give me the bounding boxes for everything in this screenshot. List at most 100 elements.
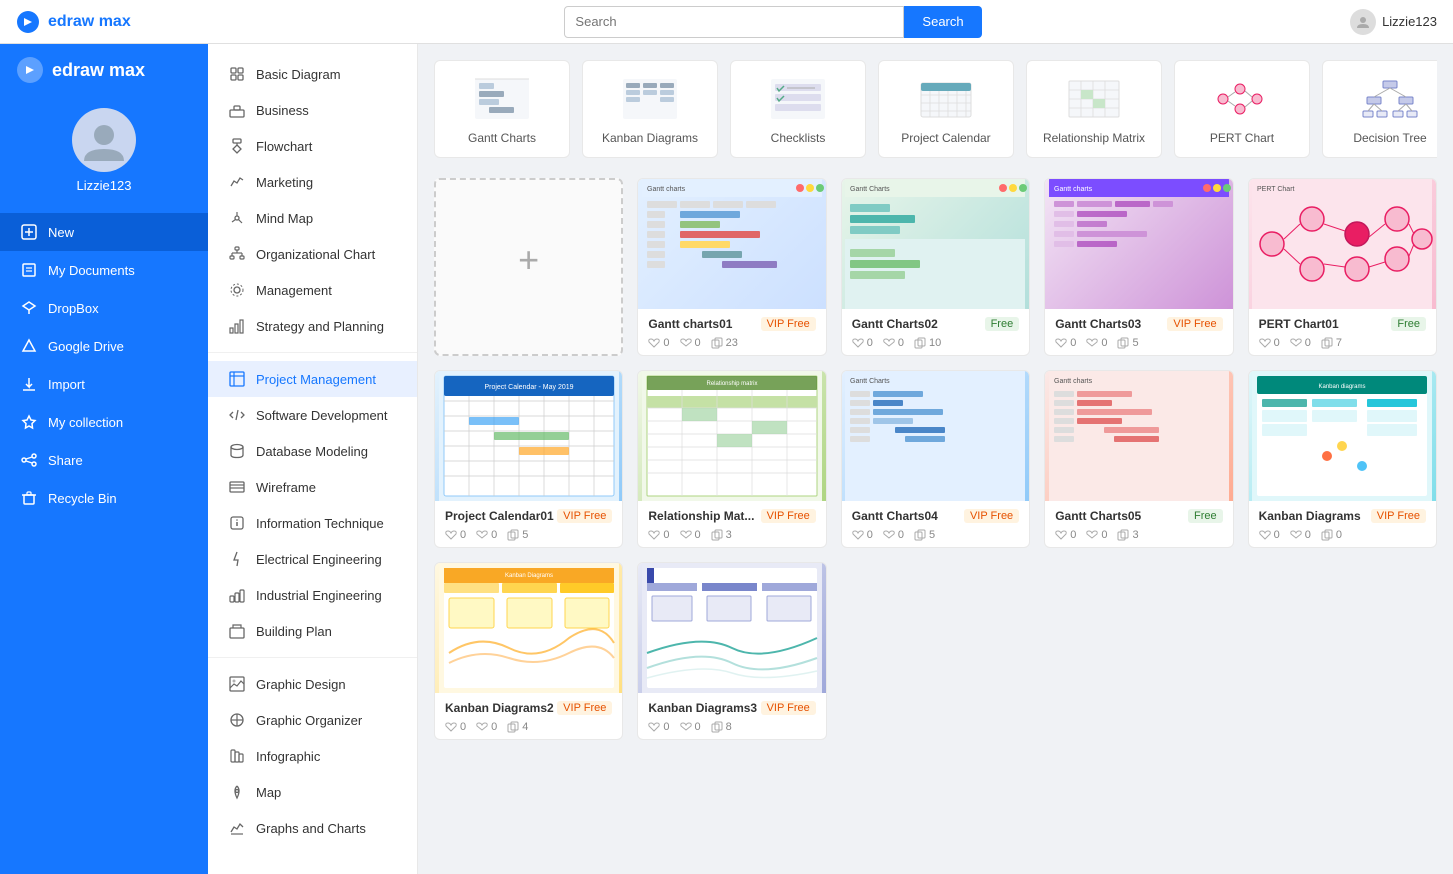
kanban01-badge: VIP Free xyxy=(1371,509,1426,523)
gantt01-copies: 23 xyxy=(711,337,738,349)
calendar01-copies: 5 xyxy=(507,529,528,541)
pert-chart-icon xyxy=(1214,77,1270,121)
sidebar-item-my-documents-label: My Documents xyxy=(48,263,135,278)
diagram-card-pert01[interactable]: PERT Chart xyxy=(1248,178,1437,356)
gantt04-likes: 0 xyxy=(852,529,873,541)
middle-nav-software-dev[interactable]: Software Development xyxy=(208,397,417,433)
diagram-card-calendar01[interactable]: Project Calendar - May 2019 xyxy=(434,370,623,548)
middle-nav-building-plan[interactable]: Building Plan xyxy=(208,613,417,649)
sidebar-item-new[interactable]: New xyxy=(0,213,208,251)
sidebar-item-my-documents[interactable]: My Documents xyxy=(0,251,208,289)
middle-nav-marketing[interactable]: Marketing xyxy=(208,164,417,200)
diagram-card-kanban02[interactable]: Kanban Diagrams Kanban Diagrams2 xyxy=(434,562,623,740)
kanban02-thumb: Kanban Diagrams xyxy=(435,563,622,693)
middle-nav-business[interactable]: Business xyxy=(208,92,417,128)
software-dev-label: Software Development xyxy=(256,408,388,423)
software-dev-icon xyxy=(228,406,246,424)
sidebar-item-google-drive-label: Google Drive xyxy=(48,339,124,354)
middle-nav-map[interactable]: Map xyxy=(208,774,417,810)
new-icon xyxy=(20,223,38,241)
template-card-project-calendar[interactable]: Project Calendar xyxy=(878,60,1014,158)
sidebar-item-my-collection[interactable]: My collection xyxy=(0,403,208,441)
kanban01-copies: 0 xyxy=(1321,529,1342,541)
middle-nav-strategy[interactable]: Strategy and Planning xyxy=(208,308,417,344)
sidebar-item-recycle-bin[interactable]: Recycle Bin xyxy=(0,479,208,517)
kanban03-badge: VIP Free xyxy=(761,701,816,715)
template-card-relationship-matrix[interactable]: Relationship Matrix xyxy=(1026,60,1162,158)
calendar01-thumb: Project Calendar - May 2019 xyxy=(435,371,622,501)
middle-nav-database-modeling[interactable]: Database Modeling xyxy=(208,433,417,469)
svg-text:Gantt Charts: Gantt Charts xyxy=(850,378,890,385)
middle-nav: Basic Diagram Business Flowchart Marketi… xyxy=(208,44,418,874)
my-collection-icon xyxy=(20,413,38,431)
sidebar-item-import-label: Import xyxy=(48,377,85,392)
template-card-gantt-charts[interactable]: Gantt Charts xyxy=(434,60,570,158)
basic-diagram-label: Basic Diagram xyxy=(256,67,341,82)
middle-nav-flowchart[interactable]: Flowchart xyxy=(208,128,417,164)
diagram-grid: + Gantt charts xyxy=(434,178,1437,740)
middle-nav-wireframe[interactable]: Wireframe xyxy=(208,469,417,505)
wireframe-label: Wireframe xyxy=(256,480,316,495)
middle-nav-project-management[interactable]: Project Management xyxy=(208,361,417,397)
diagram-card-relationship01[interactable]: Relationship matrix xyxy=(637,370,826,548)
svg-text:Gantt charts: Gantt charts xyxy=(647,186,686,193)
template-card-pert-chart[interactable]: PERT Chart xyxy=(1174,60,1310,158)
middle-nav-electrical[interactable]: Electrical Engineering xyxy=(208,541,417,577)
middle-nav-graphic-organizer[interactable]: Graphic Organizer xyxy=(208,702,417,738)
pert01-info: PERT Chart01 Free 0 0 7 xyxy=(1249,309,1436,355)
industrial-label: Industrial Engineering xyxy=(256,588,382,603)
graphic-organizer-icon xyxy=(228,711,246,729)
diagram-card-kanban03[interactable]: Kanban Diagrams Kanban Diagrams xyxy=(637,562,826,740)
graphs-charts-icon xyxy=(228,819,246,837)
middle-nav-org-chart[interactable]: Organizational Chart xyxy=(208,236,417,272)
kanban02-copies: 4 xyxy=(507,721,528,733)
plus-icon: + xyxy=(518,242,539,278)
search-input[interactable] xyxy=(564,6,904,38)
import-icon xyxy=(20,375,38,393)
diagram-card-kanban01[interactable]: Kanban diagrams xyxy=(1248,370,1437,548)
relationship01-thumb: Relationship matrix xyxy=(638,371,825,501)
gantt04-badge: VIP Free xyxy=(964,509,1019,523)
graphic-organizer-label: Graphic Organizer xyxy=(256,713,362,728)
user-avatar-small xyxy=(1350,9,1376,35)
middle-nav-mind-map[interactable]: Mind Map xyxy=(208,200,417,236)
search-button[interactable]: Search xyxy=(904,6,981,38)
calendar01-badge: VIP Free xyxy=(557,509,612,523)
middle-nav-graphic-design[interactable]: Graphic Design xyxy=(208,666,417,702)
sidebar-item-import[interactable]: Import xyxy=(0,365,208,403)
kanban01-thumb: Kanban diagrams xyxy=(1249,371,1436,501)
gantt01-hearts: 0 xyxy=(680,337,701,349)
template-card-checklists[interactable]: Checklists xyxy=(730,60,866,158)
diagram-card-gantt01[interactable]: Gantt charts xyxy=(637,178,826,356)
diagram-card-gantt04[interactable]: Gantt Charts xyxy=(841,370,1030,548)
template-card-kanban-diagrams[interactable]: Kanban Diagrams xyxy=(582,60,718,158)
kanban01-likes: 0 xyxy=(1259,529,1280,541)
industrial-icon xyxy=(228,586,246,604)
middle-nav-management[interactable]: Management xyxy=(208,272,417,308)
middle-nav-graphs-charts[interactable]: Graphs and Charts xyxy=(208,810,417,846)
sidebar-item-google-drive[interactable]: Google Drive xyxy=(0,327,208,365)
sidebar-item-share[interactable]: Share xyxy=(0,441,208,479)
diagram-card-new[interactable]: + xyxy=(434,178,623,356)
basic-diagram-icon xyxy=(228,65,246,83)
sidebar-item-new-label: New xyxy=(48,225,74,240)
kanban-diagrams-icon xyxy=(622,77,678,121)
middle-nav-information-technique[interactable]: Information Technique xyxy=(208,505,417,541)
middle-nav-industrial[interactable]: Industrial Engineering xyxy=(208,577,417,613)
middle-nav-basic-diagram[interactable]: Basic Diagram xyxy=(208,56,417,92)
template-card-decision-tree[interactable]: Decision Tree xyxy=(1322,60,1437,158)
sidebar-username: Lizzie123 xyxy=(77,178,132,193)
diagram-card-gantt03[interactable]: Gantt charts xyxy=(1044,178,1233,356)
business-icon xyxy=(228,101,246,119)
middle-nav-infographic[interactable]: Infographic xyxy=(208,738,417,774)
kanban02-badge: VIP Free xyxy=(557,701,612,715)
diagram-card-gantt05[interactable]: Gantt charts xyxy=(1044,370,1233,548)
diagram-card-gantt02[interactable]: Gantt Charts Gantt xyxy=(841,178,1030,356)
calendar01-title: Project Calendar01 xyxy=(445,509,554,523)
sidebar-item-dropbox[interactable]: DropBox xyxy=(0,289,208,327)
calendar01-likes: 0 xyxy=(445,529,466,541)
business-label: Business xyxy=(256,103,309,118)
nav-divider-1 xyxy=(208,352,417,353)
avatar xyxy=(72,108,136,172)
info-technique-label: Information Technique xyxy=(256,516,384,531)
